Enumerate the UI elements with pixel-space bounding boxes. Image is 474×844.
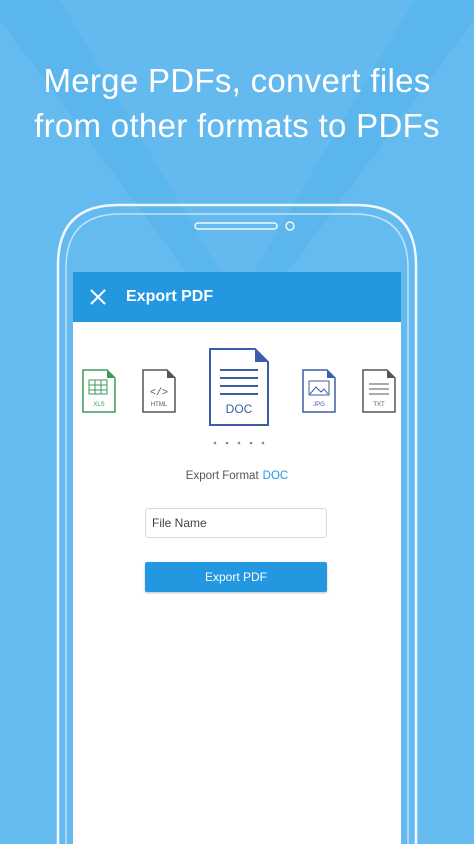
xls-file-icon[interactable]: XLS bbox=[81, 368, 117, 414]
xls-label: XLS bbox=[93, 402, 104, 408]
phone-screen: Export PDF XLS </> HTML DOC JPG TXT Expo… bbox=[73, 272, 401, 844]
txt-file-icon[interactable]: TXT bbox=[361, 368, 397, 414]
format-carousel[interactable]: XLS </> HTML DOC JPG TXT bbox=[73, 342, 401, 432]
html-label: HTML bbox=[151, 402, 168, 408]
svg-text:</>: </> bbox=[150, 387, 168, 399]
txt-label: TXT bbox=[373, 402, 385, 408]
export-format-value: DOC bbox=[262, 470, 289, 482]
html-file-icon[interactable]: </> HTML bbox=[141, 368, 177, 414]
export-format-label: Export Format bbox=[185, 470, 259, 482]
jpg-label: JPG bbox=[313, 402, 325, 408]
file-name-input[interactable] bbox=[145, 508, 327, 538]
export-format-row: Export Format DOC bbox=[73, 470, 401, 482]
carousel-page-indicator bbox=[213, 441, 265, 445]
app-bar: Export PDF bbox=[73, 272, 401, 322]
app-bar-title: Export PDF bbox=[126, 288, 214, 305]
doc-file-icon[interactable]: DOC bbox=[207, 346, 271, 428]
export-pdf-button[interactable]: Export PDF bbox=[145, 562, 327, 592]
jpg-file-icon[interactable]: JPG bbox=[301, 368, 337, 414]
close-icon[interactable] bbox=[85, 284, 111, 310]
doc-label: DOC bbox=[226, 402, 253, 416]
